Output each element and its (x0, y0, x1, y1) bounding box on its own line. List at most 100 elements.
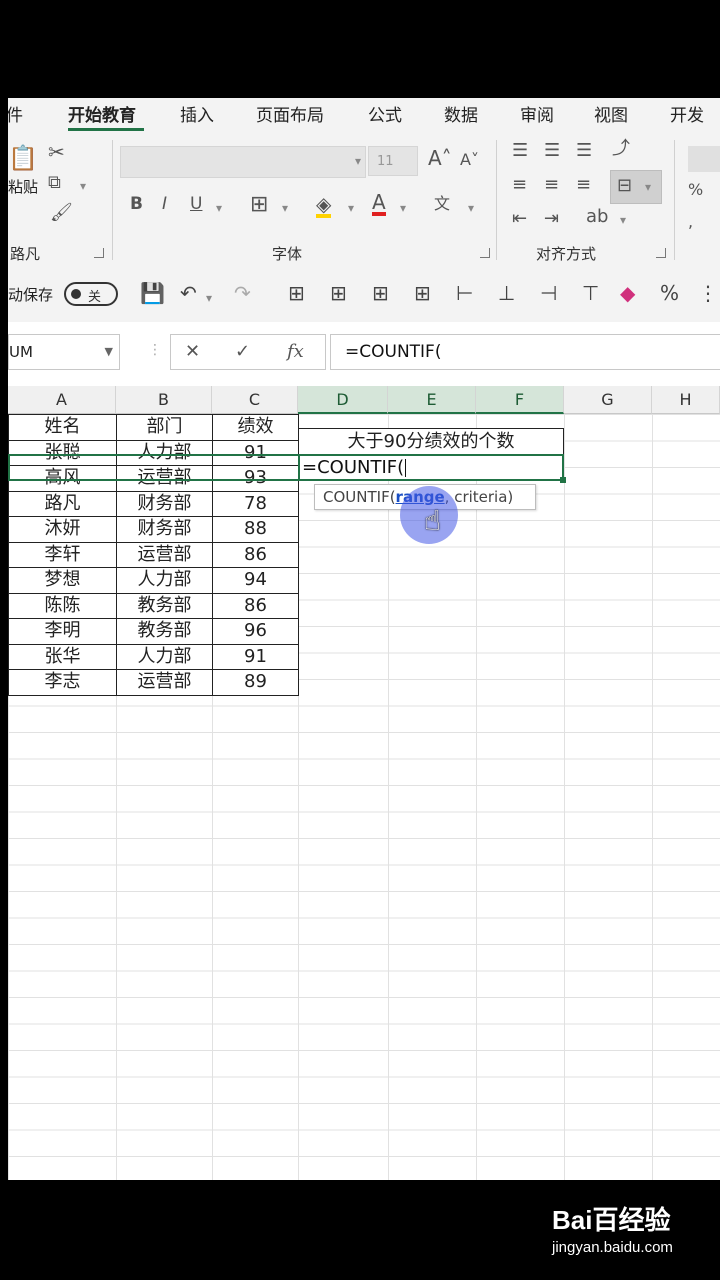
border-inside-icon[interactable]: ⊞ (330, 283, 347, 303)
decrease-font-icon[interactable]: A˅ (460, 152, 479, 168)
bold-icon[interactable]: B (130, 196, 143, 213)
tab-insert[interactable]: 插入 (180, 101, 214, 126)
font-color-icon[interactable]: A (372, 192, 386, 216)
autosave-toggle[interactable]: 关 (64, 282, 118, 306)
phonetic-icon[interactable]: 文 (434, 196, 450, 212)
cell-name[interactable]: 李轩 (8, 541, 117, 568)
font-color-dropdown-icon[interactable]: ▾ (400, 202, 406, 214)
insert-row-icon[interactable]: ⊢ (456, 283, 473, 303)
tab-review[interactable]: 审阅 (520, 101, 554, 126)
column-header-b[interactable]: B (116, 386, 212, 414)
phonetic-dropdown-icon[interactable]: ▾ (468, 202, 474, 214)
align-bottom-icon[interactable]: ☰ (576, 142, 592, 160)
column-header-a[interactable]: A (8, 386, 116, 414)
italic-icon[interactable]: I (162, 196, 167, 213)
delete-col-icon[interactable]: ⊤ (582, 283, 599, 303)
tab-developer[interactable]: 开发 (670, 101, 704, 126)
copy-dropdown-icon[interactable]: ▾ (80, 180, 86, 192)
enter-icon[interactable]: ✓ (235, 341, 250, 362)
cell-dept[interactable]: 财务部 (116, 490, 213, 517)
increase-font-icon[interactable]: A˄ (428, 148, 452, 168)
insert-col-icon[interactable]: ⊥ (498, 283, 515, 303)
percent-icon[interactable]: % (660, 283, 679, 303)
orientation-icon[interactable]: ⤴ (612, 140, 630, 158)
cell-name[interactable]: 路凡 (8, 490, 117, 517)
decrease-indent-icon[interactable]: ⇤ (512, 210, 527, 228)
cell-dept[interactable]: 教务部 (116, 592, 213, 619)
column-header-e[interactable]: E (388, 386, 476, 414)
splitter-dots-icon[interactable]: ⋮ (148, 342, 162, 358)
cell-dept[interactable]: 运营部 (116, 669, 213, 696)
cell-name[interactable]: 张华 (8, 643, 117, 670)
paste-icon[interactable]: 📋 (8, 146, 38, 170)
align-left-icon[interactable]: ≡ (512, 176, 527, 194)
percent-style-icon[interactable]: % (688, 182, 703, 198)
more-icon[interactable]: ⋮ (698, 283, 718, 303)
underline-dropdown-icon[interactable]: ▾ (216, 202, 222, 214)
cell-name[interactable]: 陈陈 (8, 592, 117, 619)
underline-icon[interactable]: U (190, 196, 202, 213)
tab-home[interactable]: 开始教育 (68, 101, 136, 126)
cell-name[interactable]: 梦想 (8, 567, 117, 594)
comma-style-icon[interactable]: , (688, 214, 693, 230)
clipboard-launcher-icon[interactable] (94, 248, 104, 258)
column-header-g[interactable]: G (564, 386, 652, 414)
font-size-box[interactable]: 11 (368, 146, 418, 176)
borders-icon[interactable]: ⊞ (250, 194, 268, 216)
spreadsheet-grid[interactable]: A B C D E F G H 姓名 部门 绩效 张聪 人力部 91 高风 运营部 93… (8, 386, 720, 1180)
fill-dropdown-icon[interactable]: ▾ (348, 202, 354, 214)
font-launcher-icon[interactable] (480, 248, 490, 258)
cell-dept[interactable]: 教务部 (116, 618, 213, 645)
align-top-icon[interactable]: ☰ (512, 142, 528, 160)
column-header-h[interactable]: H (652, 386, 720, 414)
cell-score[interactable]: 91 (212, 643, 299, 670)
undo-icon[interactable]: ↶ (180, 283, 197, 303)
insert-function-icon[interactable]: fx (287, 341, 304, 362)
undo-dropdown-icon[interactable]: ▾ (206, 292, 212, 304)
cell-dept[interactable]: 人力部 (116, 567, 213, 594)
cell-score[interactable]: 89 (212, 669, 299, 696)
align-right-icon[interactable]: ≡ (576, 176, 591, 194)
align-middle-icon[interactable]: ☰ (544, 142, 560, 160)
cell-score[interactable]: 78 (212, 490, 299, 517)
merge-center-button[interactable]: ⊟ ▾ (610, 170, 662, 204)
copy-icon[interactable]: ⧉ (48, 174, 61, 192)
chevron-down-icon[interactable]: ▼ (105, 335, 113, 369)
align-center-icon[interactable]: ≡ (544, 176, 559, 194)
clear-eraser-icon[interactable]: ◆ (620, 283, 635, 303)
cell-name[interactable]: 李志 (8, 669, 117, 696)
tab-view[interactable]: 视图 (594, 101, 628, 126)
active-cell[interactable]: =COUNTIF( (298, 454, 564, 481)
number-format-box[interactable] (688, 146, 720, 172)
save-icon[interactable]: 💾 (140, 283, 165, 303)
tab-file[interactable]: 件 (8, 101, 23, 126)
border-thick-icon[interactable]: ⊞ (414, 283, 431, 303)
column-header-c[interactable]: C (212, 386, 298, 414)
redo-icon[interactable]: ↷ (234, 283, 251, 303)
format-painter-icon[interactable]: 🖌 (50, 204, 73, 222)
cell-score[interactable]: 86 (212, 592, 299, 619)
header-cell-dept[interactable]: 部门 (116, 414, 213, 441)
borders-dropdown-icon[interactable]: ▾ (282, 202, 288, 214)
column-header-d[interactable]: D (298, 386, 388, 414)
cancel-icon[interactable]: ✕ (185, 341, 200, 362)
cut-icon[interactable]: ✂ (48, 142, 65, 162)
fill-handle[interactable] (560, 477, 566, 483)
formula-input[interactable]: =COUNTIF( (330, 334, 720, 370)
font-name-box[interactable]: ▾ (120, 146, 366, 178)
name-box[interactable]: UM ▼ (8, 334, 120, 370)
cell-dept[interactable]: 财务部 (116, 516, 213, 543)
increase-indent-icon[interactable]: ⇥ (544, 210, 559, 228)
cell-name[interactable]: 李明 (8, 618, 117, 645)
summary-title-cell[interactable]: 大于90分绩效的个数 (298, 428, 564, 455)
tab-formulas[interactable]: 公式 (368, 101, 402, 126)
delete-row-icon[interactable]: ⊣ (540, 283, 557, 303)
wrap-dropdown-icon[interactable]: ▾ (620, 214, 626, 226)
cell-dept[interactable]: 运营部 (116, 541, 213, 568)
cell-score[interactable]: 88 (212, 516, 299, 543)
column-header-f[interactable]: F (476, 386, 564, 414)
cell-score[interactable]: 96 (212, 618, 299, 645)
cell-name[interactable]: 沐妍 (8, 516, 117, 543)
border-outside-icon[interactable]: ⊞ (372, 283, 389, 303)
fill-color-icon[interactable]: ◈ (316, 194, 332, 218)
